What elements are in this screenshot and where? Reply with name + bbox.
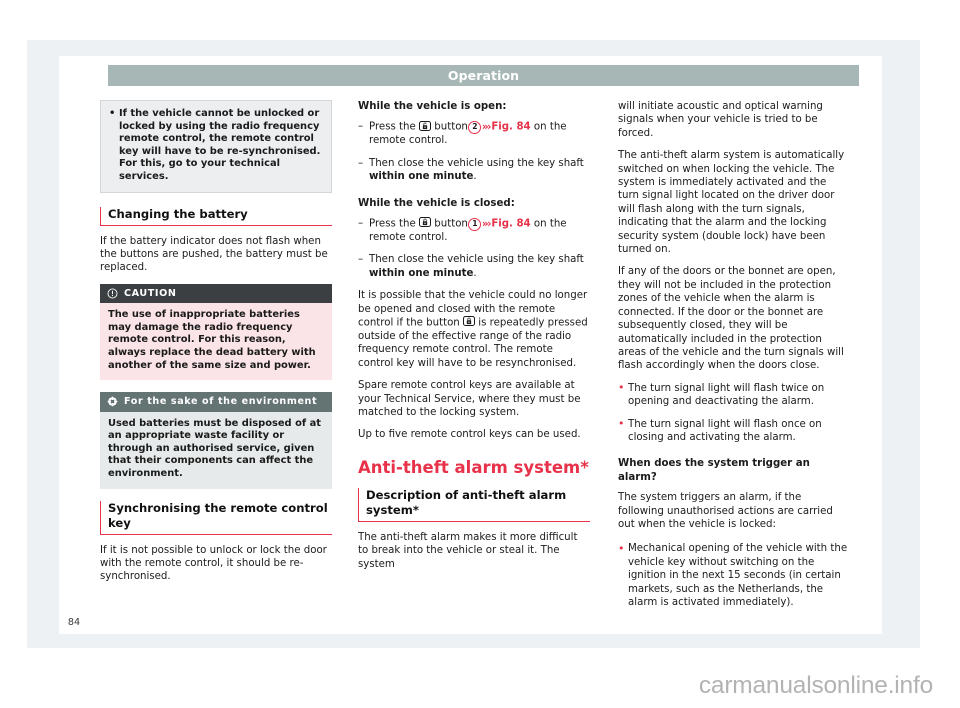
list-item: Then close the vehicle using the key sha… — [358, 157, 590, 184]
trigger-intro-paragraph: The system triggers an alarm, if the fol… — [618, 492, 833, 530]
lock-button-icon — [463, 316, 476, 327]
unlock-button-icon — [419, 120, 432, 131]
note-box: If the vehicle cannot be unlocked or loc… — [100, 100, 332, 193]
section-heading-label: Synchronising the remote control key — [108, 500, 328, 530]
list-item: Press the button2»›Fig. 84 on the remote… — [358, 120, 590, 147]
step-text-bold: within one minute — [369, 171, 474, 183]
left-column: If the vehicle cannot be unlocked or loc… — [100, 100, 332, 584]
caution-box: CAUTION The use of inappropriate batteri… — [100, 283, 332, 381]
step-text-mid: button — [434, 121, 468, 133]
description-continued-paragraph: will initiate acoustic and optical warni… — [618, 101, 823, 139]
list-item: Mechanical opening of the vehicle with t… — [618, 542, 850, 609]
step-text-pre: Press the — [369, 121, 416, 133]
section-heading-synchronising-key: Synchronising the remote control key — [100, 500, 332, 535]
list-item: The turn signal light will flash once on… — [618, 417, 850, 445]
doors-bonnet-paragraph: If any of the doors or the bonnet are op… — [618, 266, 844, 372]
watermark: carmanualsonline.info — [698, 672, 933, 699]
exclamation-circle-icon — [107, 288, 118, 299]
auto-activation-paragraph: The anti-theft alarm system is automatic… — [618, 150, 845, 256]
environment-box-body: Used batteries must be disposed of at an… — [100, 411, 332, 489]
list-item: Then close the vehicle using the key sha… — [358, 253, 590, 280]
lock-button-icon — [419, 217, 432, 228]
environment-box-label: For the sake of the environment — [124, 396, 318, 408]
list-item: The turn signal light will flash twice o… — [618, 381, 850, 409]
description-start-paragraph: The anti-theft alarm makes it more diffi… — [358, 531, 578, 570]
figure-reference-link[interactable]: Fig. 84 — [491, 219, 530, 230]
figure-arrow-icon: »› — [481, 120, 492, 133]
running-header-band: Operation — [108, 65, 859, 86]
five-keys-paragraph: Up to five remote control keys can be us… — [358, 429, 581, 441]
battery-intro-paragraph: If the battery indicator does not flash … — [100, 235, 328, 274]
caution-box-text: The use of inappropriate batteries may d… — [108, 309, 316, 371]
note-box-text: If the vehicle cannot be unlocked or loc… — [109, 108, 323, 184]
figure-arrow-icon: »› — [481, 217, 492, 230]
right-column: will initiate acoustic and optical warni… — [618, 100, 850, 618]
subheading-trigger-alarm: When does the system trigger an alarm? — [618, 458, 810, 483]
environment-box-header: For the sake of the environment — [100, 392, 332, 412]
caution-box-body: The use of inappropriate batteries may d… — [100, 303, 332, 381]
step-text-post: . — [473, 171, 477, 183]
page-number: 84 — [67, 617, 81, 628]
spare-keys-paragraph: Spare remote control keys are available … — [358, 380, 581, 418]
step-text-pre: Press the — [369, 218, 416, 230]
environment-box-text: Used batteries must be disposed of at an… — [108, 417, 321, 479]
callout-number: 2 — [468, 121, 482, 135]
figure-reference-link[interactable]: Fig. 84 — [491, 122, 530, 133]
repeat-press-paragraph: It is possible that the vehicle could no… — [358, 289, 590, 370]
running-header-title: Operation — [447, 68, 520, 83]
section-heading-label: Description of anti-theft alarm system* — [366, 487, 567, 517]
flower-environment-icon — [107, 396, 118, 407]
subheading-vehicle-open: While the vehicle is open: — [358, 101, 507, 112]
middle-column: While the vehicle is open: Press the but… — [358, 100, 590, 571]
step-text-pre: Then close the vehicle using the key sha… — [369, 254, 584, 266]
list-item: Press the button1»›Fig. 84 on the remote… — [358, 217, 590, 244]
callout-number: 1 — [468, 218, 482, 232]
caution-box-label: CAUTION — [124, 287, 177, 299]
chapter-heading-anti-theft: Anti-theft alarm system* — [358, 457, 589, 477]
step-text-post: . — [473, 267, 477, 279]
step-text-mid: button — [434, 218, 468, 230]
section-heading-description-anti-theft: Description of anti-theft alarm system* — [358, 487, 590, 522]
caution-box-header: CAUTION — [100, 283, 332, 304]
section-heading-label: Changing the battery — [108, 206, 248, 221]
step-text-bold: within one minute — [369, 267, 474, 279]
step-text-pre: Then close the vehicle using the key sha… — [369, 157, 584, 169]
environment-box: For the sake of the environment Used bat… — [100, 392, 332, 489]
section-heading-changing-battery: Changing the battery — [100, 206, 332, 226]
subheading-vehicle-closed: While the vehicle is closed: — [358, 197, 515, 209]
sync-paragraph: If it is not possible to unlock or lock … — [100, 544, 327, 583]
